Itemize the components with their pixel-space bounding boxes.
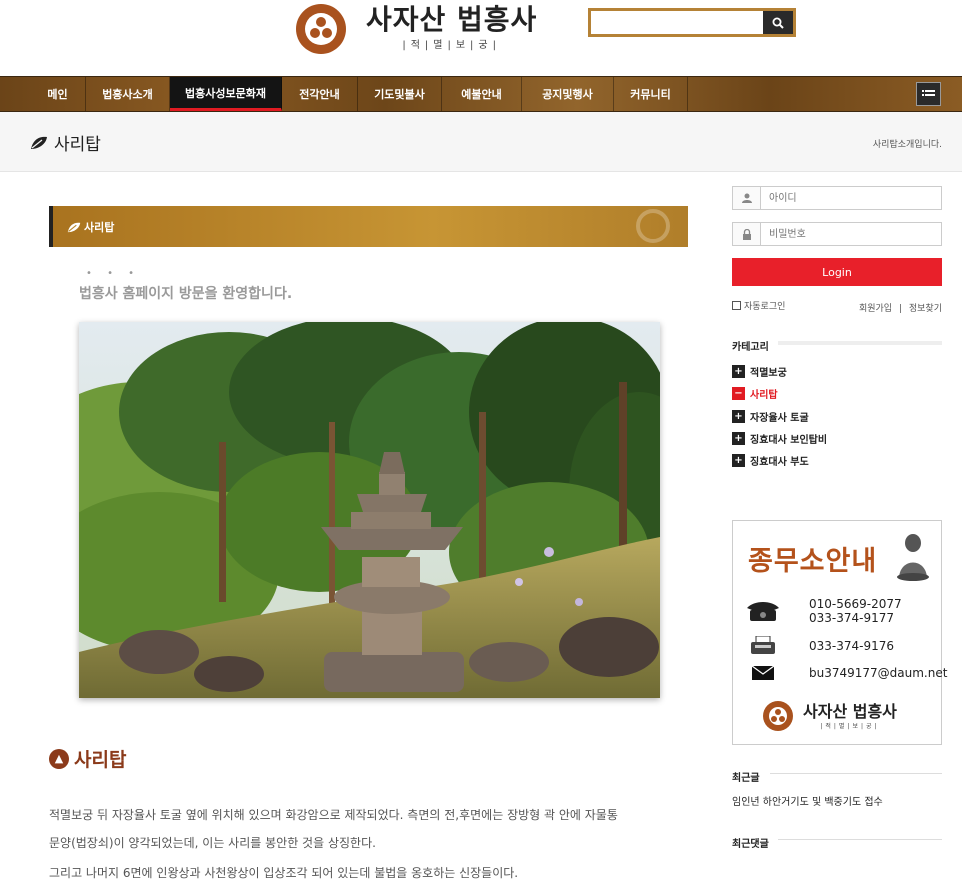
fax-icon (743, 636, 783, 656)
content-paragraph: 문양(법장쇠)이 양각되었는데, 이는 사리를 봉안한 것을 상징한다. (49, 836, 376, 850)
category-item[interactable]: + 징효대사 보인탑비 (732, 431, 827, 446)
leaf-icon (67, 222, 81, 232)
logo-emblem-icon (296, 4, 346, 54)
logo-title: 사자산 법흥사 (366, 3, 538, 36)
search-button[interactable] (763, 11, 793, 34)
nav-item-notice[interactable]: 공지및행사 (522, 77, 614, 111)
office-email-row: bu3749177@daum.net (743, 666, 947, 680)
find-info-link[interactable]: 정보찾기 (909, 304, 942, 314)
content-paragraph: 그리고 나머지 6면에 인왕상과 사천왕상이 입상조각 되어 있는데 불법을 옹… (49, 866, 519, 880)
section-label: 사리탑 (84, 221, 115, 234)
logo-subtitle: |적|멸|보|궁| (402, 40, 501, 51)
office-email[interactable]: bu3749177@daum.net (809, 666, 947, 680)
category-title: 카테고리 (732, 342, 769, 353)
category-item-active[interactable]: − 사리탑 (732, 386, 778, 401)
nav-item-prayer[interactable]: 기도및불사 (358, 77, 442, 111)
page-title-band: 사리탑 사리탑소개입니다. (0, 112, 962, 172)
nav-item-main[interactable]: 메인 (30, 77, 86, 111)
office-fax: 033-374-9176 (809, 639, 895, 653)
password-input[interactable] (769, 226, 929, 242)
category-label: 징효대사 보인탑비 (750, 435, 828, 446)
office-title: 종무소안내 (748, 546, 878, 577)
page-description: 사리탑소개입니다. (872, 140, 942, 150)
user-icon (733, 187, 761, 209)
monk-statue-icon (897, 534, 929, 581)
category-label: 사리탑 (750, 390, 778, 401)
recent-posts-title: 최근글 (732, 773, 760, 784)
recent-post-link[interactable]: 임인년 하안거기도 및 백중기도 접수 (732, 793, 883, 808)
id-field (732, 186, 942, 210)
decorative-dots: • • • (86, 268, 141, 279)
list-menu-icon (922, 90, 935, 96)
office-info-box: 종무소안내 010-5669-2077 033-374-9177 033-374… (732, 520, 947, 745)
content-paragraph: 적멸보궁 뒤 자장율사 토굴 옆에 위치해 있으며 화강암으로 제작되었다. 측… (49, 808, 618, 822)
join-link[interactable]: 회원가입 (859, 304, 892, 314)
recent-comments-title: 최근댓글 (732, 839, 769, 850)
category-label: 징효대사 부도 (750, 457, 809, 468)
category-item[interactable]: + 자장율사 토굴 (732, 409, 809, 424)
nav-item-community[interactable]: 커뮤니티 (614, 77, 688, 111)
category-label: 자장율사 토굴 (750, 413, 809, 424)
recent-comments-rule (778, 839, 942, 840)
plus-icon: + (732, 432, 745, 445)
main-nav: 메인 법흥사소개 법흥사성보문화재 전각안내 기도및불사 예불안내 공지및행사 … (0, 76, 962, 112)
leaf-icon (31, 136, 47, 149)
office-phone-row: 010-5669-2077 033-374-9177 (743, 597, 902, 625)
link-separator: | (898, 304, 902, 314)
nav-item-heritage[interactable]: 법흥사성보문화재 (170, 77, 282, 111)
nav-item-halls[interactable]: 전각안내 (282, 77, 358, 111)
emblem-watermark-icon (636, 209, 670, 243)
plus-icon: + (732, 365, 745, 378)
category-title-rule (778, 341, 942, 345)
office-logo-title: 사자산 법흥사 (803, 701, 897, 721)
office-phone-2: 033-374-9177 (809, 611, 895, 625)
logo-emblem-icon (763, 701, 793, 731)
office-logo-subtitle: |적|멸|보|궁| (820, 722, 880, 730)
welcome-text: 법흥사 홈페이지 방문을 환영합니다. (79, 286, 293, 302)
envelope-icon (743, 666, 783, 680)
password-field (732, 222, 942, 246)
category-item[interactable]: + 적멸보궁 (732, 364, 787, 379)
content-heading-text: 사리탑 (74, 749, 127, 771)
menu-toggle-button[interactable] (916, 82, 941, 106)
stupa-photo (79, 322, 660, 698)
stupa-image (79, 322, 660, 698)
nav-item-worship[interactable]: 예불안내 (442, 77, 522, 111)
minus-icon: − (732, 387, 745, 400)
category-label: 적멸보궁 (750, 368, 787, 379)
chevron-up-icon: ▲ (49, 748, 69, 769)
recent-posts-rule (770, 773, 942, 774)
site-header: 사자산 법흥사 |적|멸|보|궁| (0, 0, 962, 76)
plus-icon: + (732, 454, 745, 467)
auto-login-label: 자동로그인 (744, 302, 786, 312)
telephone-icon (743, 600, 783, 622)
search-icon (772, 17, 784, 29)
nav-item-about[interactable]: 법흥사소개 (86, 77, 170, 111)
site-logo[interactable]: 사자산 법흥사 |적|멸|보|궁| (296, 4, 537, 54)
lock-icon (733, 223, 761, 245)
content-heading: ▲ 사리탑 (49, 745, 126, 772)
page-title: 사리탑 (30, 130, 101, 155)
id-input[interactable] (769, 190, 929, 206)
search-input[interactable] (591, 11, 761, 34)
plus-icon: + (732, 410, 745, 423)
page-title-text: 사리탑 (54, 135, 101, 155)
search-box (588, 8, 796, 37)
category-item[interactable]: + 징효대사 부도 (732, 453, 809, 468)
auto-login-checkbox[interactable] (732, 301, 741, 310)
section-header-bar: 사리탑 (49, 206, 688, 247)
auto-login[interactable]: 자동로그인 (732, 299, 785, 312)
office-phone-1: 010-5669-2077 (809, 597, 902, 611)
login-button[interactable]: Login (732, 258, 942, 286)
office-logo: 사자산 법흥사 |적|멸|보|궁| (763, 701, 897, 731)
office-fax-row: 033-374-9176 (743, 636, 894, 656)
account-links: 회원가입 | 정보찾기 (859, 301, 942, 314)
